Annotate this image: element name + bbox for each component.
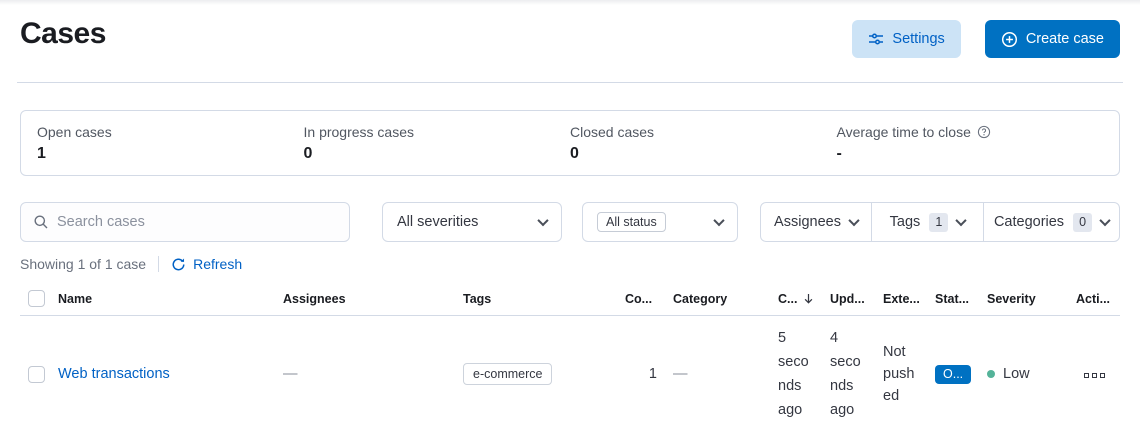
plus-circle-icon bbox=[1001, 31, 1018, 48]
updated-value: 4 seconds ago bbox=[822, 316, 875, 431]
assignees-filter-label: Assignees bbox=[774, 214, 841, 230]
settings-button-label: Settings bbox=[892, 31, 944, 47]
tags-count-badge: 1 bbox=[929, 213, 948, 232]
column-header-updated[interactable]: Upd... bbox=[822, 285, 875, 316]
categories-filter-button[interactable]: Categories 0 bbox=[983, 203, 1119, 241]
settings-button[interactable]: Settings bbox=[852, 20, 960, 58]
refresh-button[interactable]: Refresh bbox=[171, 256, 242, 272]
question-circle-icon[interactable] bbox=[977, 125, 991, 139]
column-header-created[interactable]: C... bbox=[770, 285, 822, 316]
column-header-actions: Acti... bbox=[1068, 285, 1120, 316]
column-header-category[interactable]: Category bbox=[665, 285, 770, 316]
select-all-checkbox[interactable] bbox=[28, 290, 45, 307]
search-box bbox=[20, 202, 350, 242]
tags-filter-label: Tags bbox=[890, 214, 921, 230]
severity-low-dot-icon bbox=[987, 370, 995, 378]
status-badge[interactable]: O... bbox=[935, 365, 971, 384]
tags-filter-button[interactable]: Tags 1 bbox=[871, 203, 983, 241]
create-case-button-label: Create case bbox=[1026, 31, 1104, 47]
chevron-down-icon bbox=[713, 215, 724, 226]
status-select[interactable]: All status bbox=[582, 202, 738, 242]
severity-label: Low bbox=[1003, 366, 1030, 382]
boxes-horizontal-icon[interactable] bbox=[1080, 369, 1109, 382]
column-header-external: Exte... bbox=[875, 285, 927, 316]
filter-bar: All severities All status Assignees Tags… bbox=[20, 202, 1120, 242]
filter-group: Assignees Tags 1 Categories 0 bbox=[760, 202, 1120, 242]
chevron-down-icon bbox=[537, 215, 548, 226]
created-value: 5 seconds ago bbox=[770, 316, 822, 431]
column-header-comments: Co... bbox=[617, 285, 665, 316]
header-divider bbox=[17, 82, 1123, 83]
chevron-down-icon bbox=[956, 215, 967, 226]
case-name-link[interactable]: Web transactions bbox=[58, 366, 170, 382]
stat-label: Average time to close bbox=[837, 124, 971, 140]
table-header-row: Name Assignees Tags Co... Category C... … bbox=[20, 285, 1120, 316]
summary-row: Showing 1 of 1 case Refresh bbox=[20, 255, 1120, 273]
assignees-value: — bbox=[283, 366, 298, 382]
arrow-down-icon bbox=[802, 292, 815, 305]
stat-value: 0 bbox=[570, 145, 837, 163]
row-checkbox[interactable] bbox=[28, 366, 45, 383]
column-header-status[interactable]: Stat... bbox=[927, 285, 979, 316]
comments-count: 1 bbox=[617, 316, 665, 431]
search-cases-input[interactable] bbox=[57, 214, 337, 230]
stat-label: Closed cases bbox=[570, 124, 837, 140]
page-header: Cases Settings Create case bbox=[0, 5, 1140, 58]
refresh-icon bbox=[171, 257, 186, 272]
page-title: Cases bbox=[20, 17, 106, 51]
column-header-assignees: Assignees bbox=[275, 285, 455, 316]
severity-select-value: All severities bbox=[397, 214, 478, 230]
refresh-button-label: Refresh bbox=[193, 256, 242, 272]
create-case-button[interactable]: Create case bbox=[985, 20, 1120, 58]
column-header-severity[interactable]: Severity bbox=[979, 285, 1068, 316]
stat-label: Open cases bbox=[37, 124, 304, 140]
category-value: — bbox=[673, 366, 688, 382]
severity-select[interactable]: All severities bbox=[382, 202, 562, 242]
categories-filter-label: Categories bbox=[994, 214, 1064, 230]
stat-in-progress-cases: In progress cases 0 bbox=[304, 124, 571, 161]
stat-open-cases: Open cases 1 bbox=[37, 124, 304, 161]
sliders-icon bbox=[868, 31, 884, 47]
stat-value: - bbox=[837, 145, 1104, 163]
stat-closed-cases: Closed cases 0 bbox=[570, 124, 837, 161]
chevron-down-icon bbox=[1099, 215, 1110, 226]
severity-value: Low bbox=[987, 366, 1060, 382]
external-incidents-value: Not pushed bbox=[875, 316, 927, 431]
stats-panel: Open cases 1 In progress cases 0 Closed … bbox=[20, 110, 1120, 176]
categories-count-badge: 0 bbox=[1073, 213, 1092, 232]
tag-badge: e-commerce bbox=[463, 363, 552, 385]
showing-count-text: Showing 1 of 1 case bbox=[20, 256, 146, 272]
summary-divider bbox=[158, 256, 159, 272]
status-select-value: All status bbox=[597, 212, 666, 232]
assignees-filter-button[interactable]: Assignees bbox=[761, 203, 871, 241]
stat-average-time-to-close: Average time to close - bbox=[837, 124, 1104, 161]
column-header-tags: Tags bbox=[455, 285, 617, 316]
case-row: Web transactions — e-commerce 1 — 5 seco… bbox=[20, 316, 1120, 431]
stat-label: In progress cases bbox=[304, 124, 571, 140]
stat-value: 0 bbox=[304, 145, 571, 163]
header-actions: Settings Create case bbox=[852, 20, 1120, 58]
chevron-down-icon bbox=[848, 215, 859, 226]
cases-table: Name Assignees Tags Co... Category C... … bbox=[20, 285, 1120, 431]
magnifier-icon bbox=[33, 214, 49, 230]
column-header-name[interactable]: Name bbox=[50, 285, 275, 316]
stat-value: 1 bbox=[37, 145, 304, 163]
